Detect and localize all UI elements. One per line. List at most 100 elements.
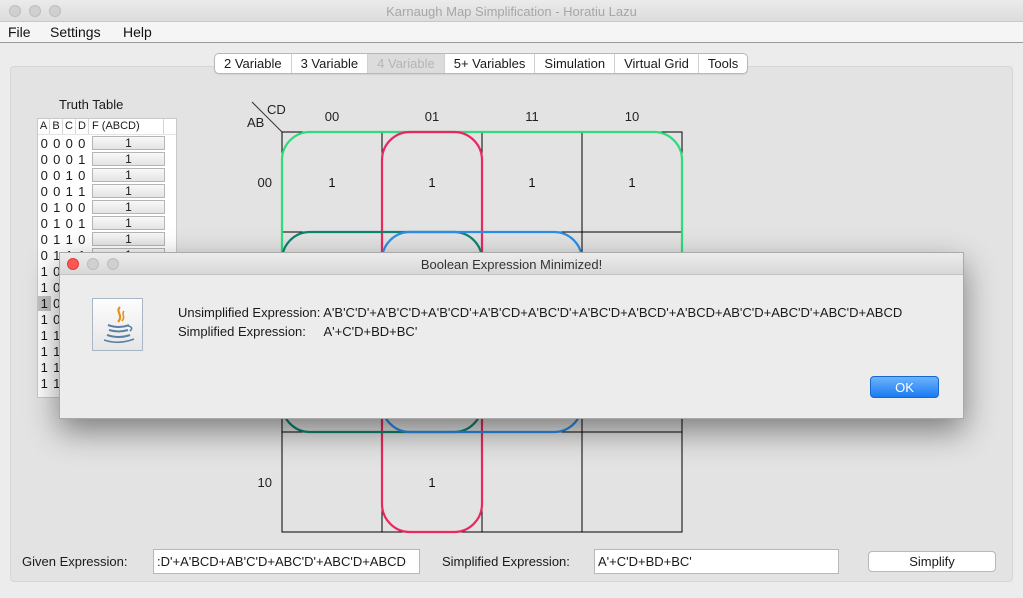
input-a: 1	[40, 311, 48, 327]
row-label: 00	[258, 175, 272, 190]
tab-5-plus-variables[interactable]: 5+ Variables	[445, 54, 536, 73]
header-b: B	[50, 119, 63, 134]
menu-file[interactable]: File	[8, 24, 31, 40]
truth-table-row: 01011	[38, 215, 176, 231]
input-c: 0	[65, 135, 73, 151]
input-a: 0	[40, 247, 48, 263]
truth-table-row: 00111	[38, 183, 176, 199]
java-icon	[92, 298, 143, 351]
unsimplified-line: Unsimplified Expression: A'B'C'D'+A'B'C'…	[178, 305, 902, 320]
input-a: 1	[38, 295, 51, 311]
input-a: 0	[40, 135, 48, 151]
input-c: 1	[65, 231, 73, 247]
col-label: 00	[325, 109, 339, 124]
output-toggle[interactable]: 1	[92, 200, 165, 214]
output-toggle[interactable]: 1	[92, 168, 165, 182]
input-a: 0	[40, 183, 48, 199]
tab-2-variable[interactable]: 2 Variable	[215, 54, 292, 73]
output-toggle[interactable]: 1	[92, 232, 165, 246]
dialog-simplified-value: A'+C'D+BD+BC'	[323, 324, 418, 339]
minimized-dialog: Boolean Expression Minimized! Unsimplifi…	[59, 252, 964, 419]
simplify-button[interactable]: Simplify	[868, 551, 996, 572]
truth-table-row: 00011	[38, 151, 176, 167]
kmap-cell	[581, 431, 683, 533]
simplified-line: Simplified Expression: A'+C'D+BD+BC'	[178, 324, 417, 339]
row-var-label: AB	[247, 115, 264, 130]
input-b: 0	[53, 135, 61, 151]
menu-settings[interactable]: Settings	[50, 24, 101, 40]
input-a: 1	[40, 359, 48, 375]
input-b: 1	[53, 199, 61, 215]
tab-virtual-grid[interactable]: Virtual Grid	[615, 54, 699, 73]
header-a: A	[38, 119, 50, 134]
col-label: 10	[625, 109, 639, 124]
dialog-titlebar: Boolean Expression Minimized!	[60, 253, 963, 275]
kmap-cell	[481, 431, 583, 533]
input-b: 0	[53, 151, 61, 167]
kmap-cell-value: 1	[428, 175, 435, 190]
output-toggle[interactable]: 1	[92, 184, 165, 198]
input-d: 0	[78, 167, 86, 183]
input-d: 1	[78, 151, 86, 167]
kmap-cell-value: 1	[628, 175, 635, 190]
col-label: 01	[425, 109, 439, 124]
given-expression-label: Given Expression:	[22, 554, 128, 569]
input-a: 0	[40, 167, 48, 183]
input-a: 1	[40, 375, 48, 391]
input-a: 0	[40, 231, 48, 247]
output-toggle[interactable]: 1	[92, 216, 165, 230]
input-b: 0	[53, 167, 61, 183]
header-d: D	[76, 119, 89, 134]
input-b: 1	[53, 231, 61, 247]
truth-table-row: 00001	[38, 135, 176, 151]
input-c: 1	[65, 167, 73, 183]
input-a: 0	[40, 151, 48, 167]
unsimplified-label: Unsimplified Expression:	[178, 305, 321, 320]
output-toggle[interactable]: 1	[92, 136, 165, 150]
window-title: Karnaugh Map Simplification - Horatiu La…	[386, 4, 637, 19]
input-d: 0	[78, 135, 86, 151]
header-f: F (ABCD)	[89, 119, 164, 134]
unsimplified-value: A'B'C'D'+A'B'C'D+A'B'CD'+A'B'CD+A'BC'D'+…	[323, 305, 903, 320]
output-toggle[interactable]: 1	[92, 152, 165, 166]
input-c: 0	[65, 215, 73, 231]
ok-button[interactable]: OK	[870, 376, 939, 398]
tab-tools[interactable]: Tools	[699, 54, 747, 73]
dialog-title: Boolean Expression Minimized!	[420, 257, 603, 272]
input-d: 1	[78, 215, 86, 231]
row-label: 10	[258, 475, 272, 490]
input-d: 1	[78, 183, 86, 199]
given-expression-input[interactable]: :D'+A'BCD+AB'C'D+ABC'D'+ABC'D+ABCD	[153, 549, 420, 574]
dialog-simplified-label: Simplified Expression:	[178, 324, 306, 339]
input-d: 0	[78, 231, 86, 247]
tab-4-variable: 4 Variable	[368, 54, 445, 73]
input-a: 0	[40, 199, 48, 215]
input-a: 1	[40, 327, 48, 343]
kmap-cell-value: 1	[528, 175, 535, 190]
input-a: 1	[40, 279, 48, 295]
input-c: 1	[65, 183, 73, 199]
truth-table-row: 01101	[38, 231, 176, 247]
input-c: 0	[65, 199, 73, 215]
simplified-expression-input[interactable]: A'+C'D+BD+BC'	[594, 549, 839, 574]
kmap-cell	[281, 431, 383, 533]
simplified-expression-label: Simplified Expression:	[442, 554, 570, 569]
truth-table-row: 01001	[38, 199, 176, 215]
truth-table-row: 00101	[38, 167, 176, 183]
input-b: 0	[53, 183, 61, 199]
tab-bar: 2 Variable 3 Variable 4 Variable 5+ Vari…	[214, 53, 749, 74]
window-titlebar: Karnaugh Map Simplification - Horatiu La…	[0, 0, 1023, 22]
truth-table-header: A B C D F (ABCD)	[38, 119, 176, 135]
header-c: C	[63, 119, 76, 134]
menu-help[interactable]: Help	[123, 24, 152, 40]
input-d: 0	[78, 199, 86, 215]
input-a: 1	[40, 263, 48, 279]
input-c: 0	[65, 151, 73, 167]
kmap-cell-value: 1	[428, 475, 435, 490]
kmap-cell-value: 1	[328, 175, 335, 190]
menu-bar: File Settings Help	[0, 22, 1023, 43]
truth-table-title: Truth Table	[59, 97, 124, 112]
tab-simulation[interactable]: Simulation	[535, 54, 616, 73]
col-label: 11	[525, 109, 539, 124]
tab-3-variable[interactable]: 3 Variable	[292, 54, 369, 73]
